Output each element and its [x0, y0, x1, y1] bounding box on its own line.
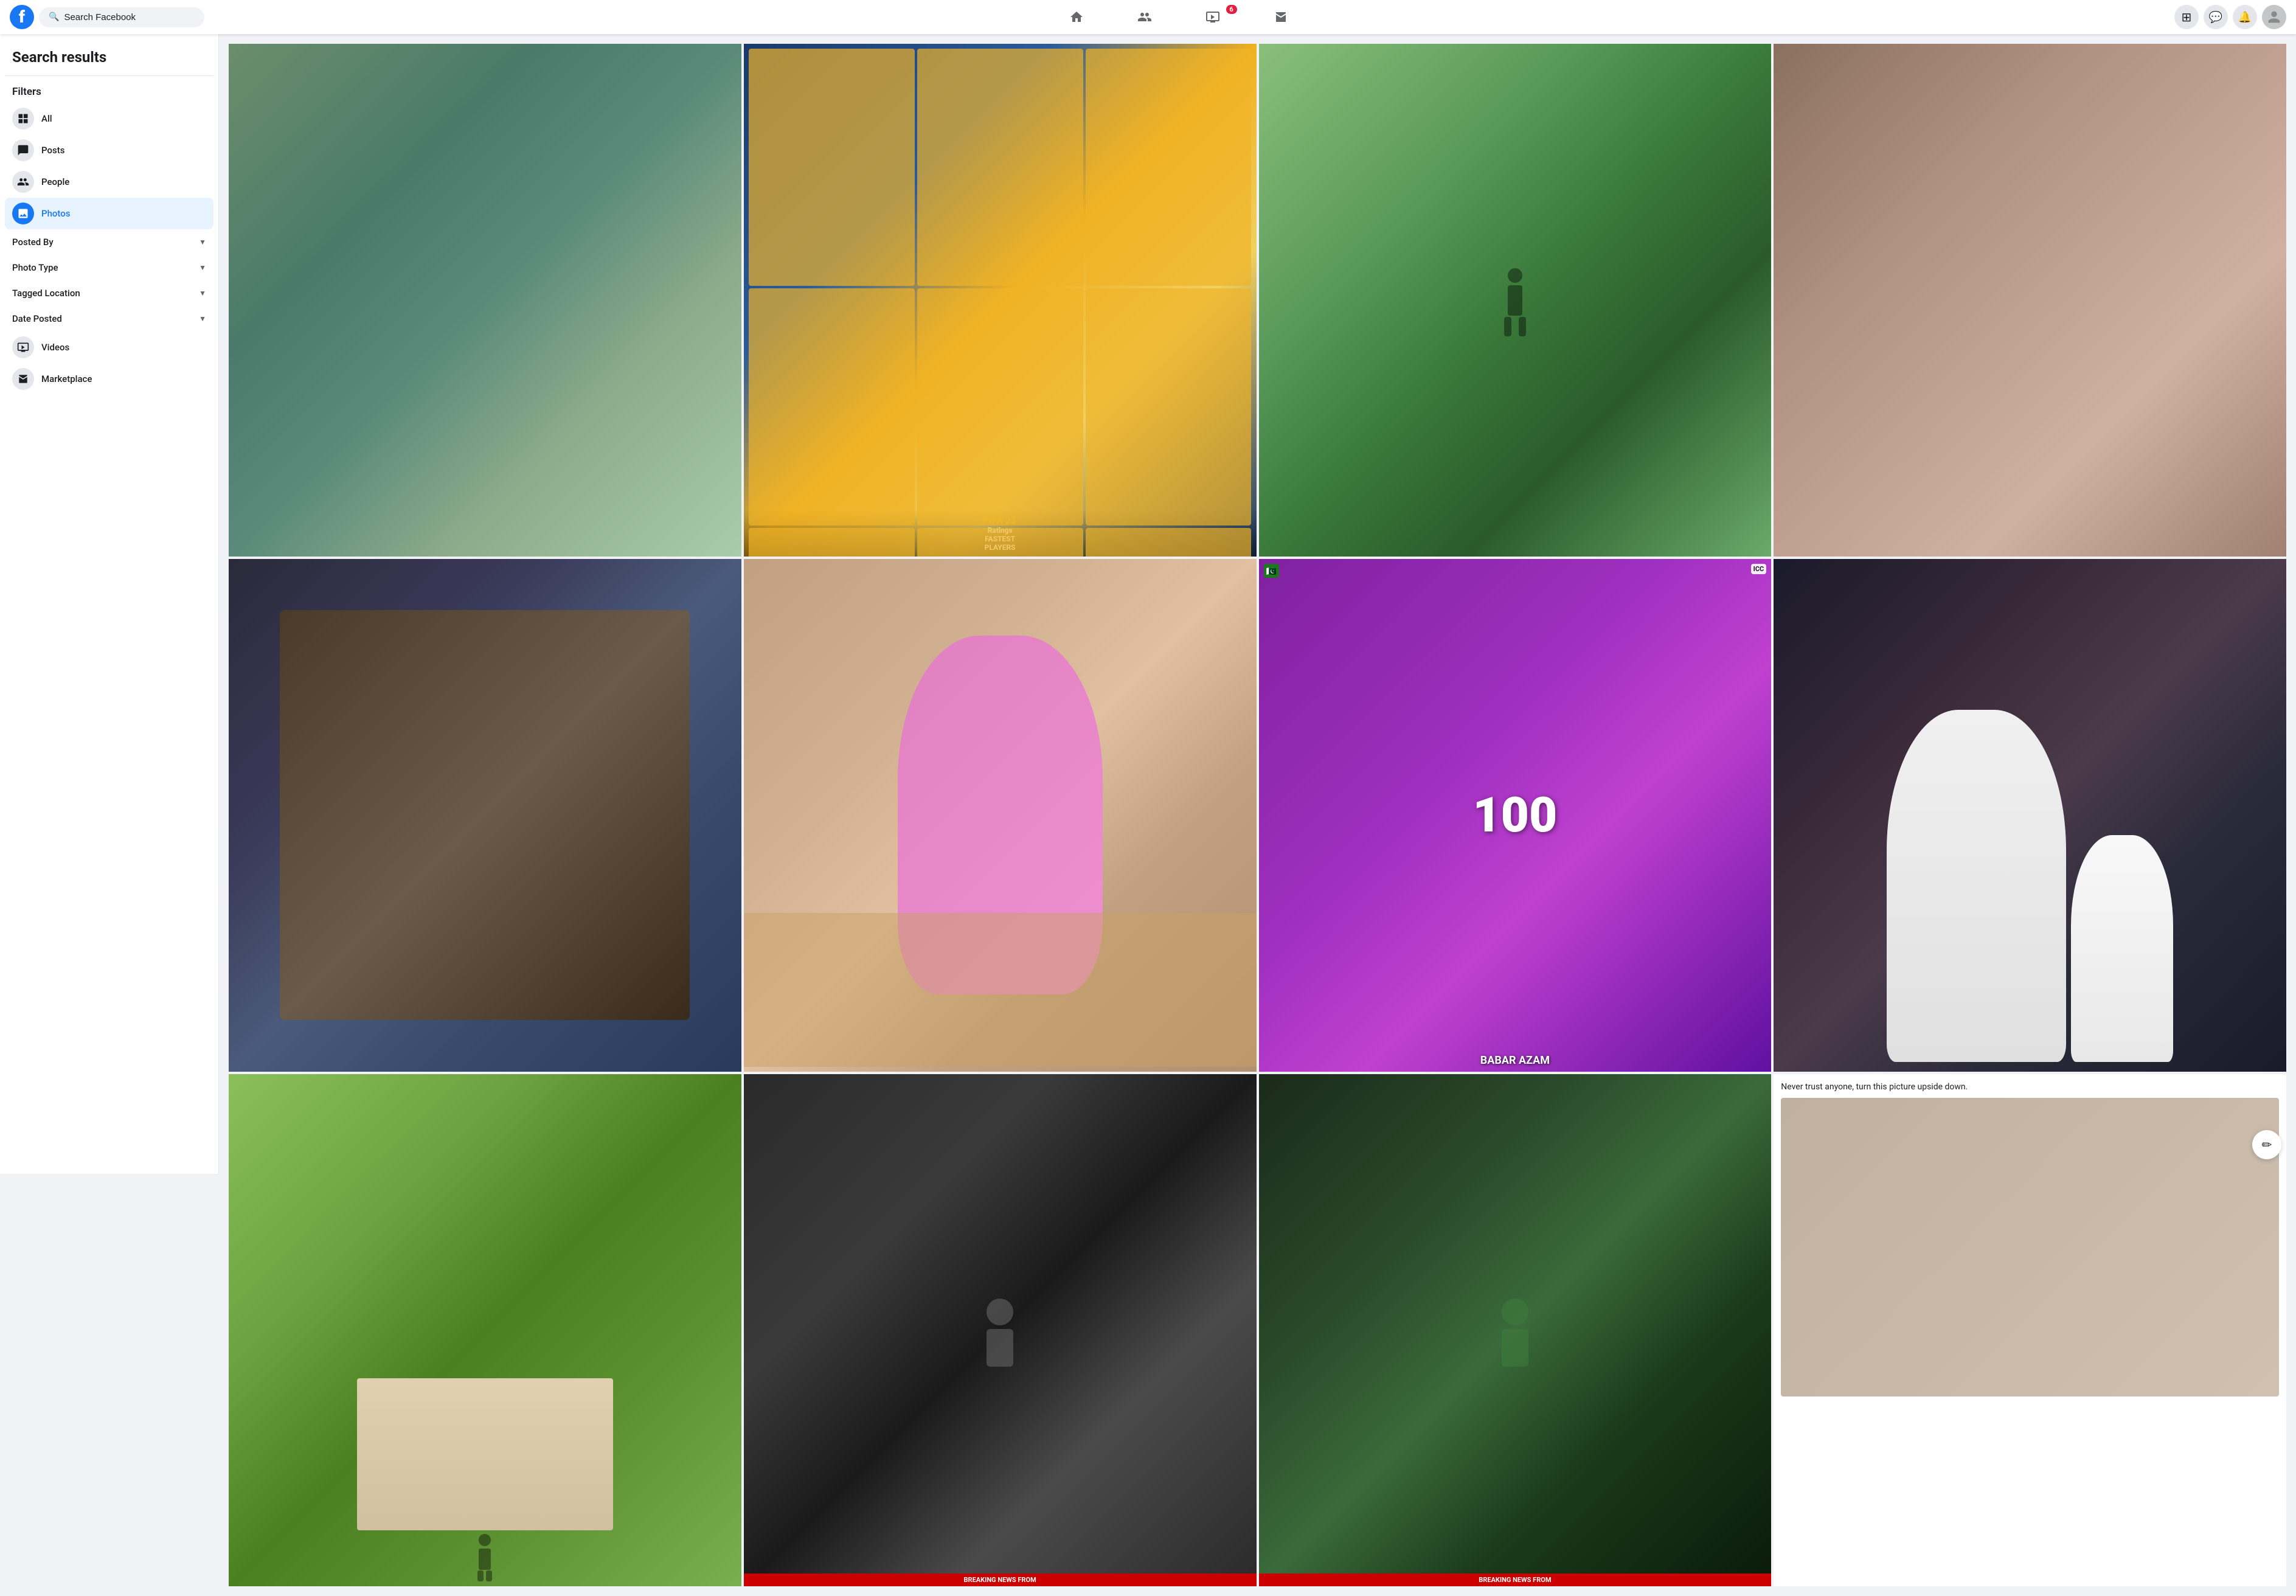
filter-posted-by-label: Posted By: [12, 237, 54, 248]
photo-item-7[interactable]: 🇵🇰 ICC 100 BABAR AZAM: [1259, 559, 1772, 1072]
sidebar-item-all-label: All: [41, 113, 52, 124]
search-box[interactable]: 🔍: [39, 7, 204, 27]
babar-number: 100: [1472, 786, 1557, 844]
account-avatar[interactable]: [2262, 5, 2286, 29]
filter-date-posted[interactable]: Date Posted ▼: [5, 306, 213, 331]
photo-item-3[interactable]: [1259, 44, 1772, 557]
filter-date-posted-label: Date Posted: [12, 313, 62, 324]
breaking-news-label-10: BREAKING NEWS FROM: [744, 1573, 1257, 1586]
search-input[interactable]: [64, 12, 186, 23]
sidebar-item-marketplace-label: Marketplace: [41, 373, 92, 384]
nav-center: 6: [204, 2, 2152, 32]
sidebar-item-people[interactable]: People: [5, 166, 213, 198]
photo-item-10[interactable]: BREAKING NEWS FROM: [744, 1074, 1257, 1587]
marketplace-icon: [12, 368, 34, 390]
nav-left: f 🔍: [10, 5, 204, 29]
chevron-down-icon-posted-by: ▼: [199, 238, 206, 246]
photo-item-12[interactable]: Never trust anyone, turn this picture up…: [1774, 1074, 2286, 1587]
photo-item-4[interactable]: [1774, 44, 2286, 557]
photo-item-9[interactable]: [229, 1074, 741, 1587]
all-icon: [12, 108, 34, 130]
photos-icon: [12, 203, 34, 224]
sidebar: Search results Filters All Posts People: [0, 34, 219, 1174]
sidebar-item-photos[interactable]: Photos: [5, 198, 213, 229]
sidebar-item-videos[interactable]: Videos: [5, 331, 213, 363]
sidebar-item-videos-label: Videos: [41, 342, 69, 353]
watch-badge: 6: [1226, 5, 1237, 14]
sidebar-item-posts[interactable]: Posts: [5, 134, 213, 166]
nav-watch[interactable]: 6: [1179, 2, 1247, 32]
sidebar-item-people-label: People: [41, 176, 69, 187]
sidebar-item-marketplace[interactable]: Marketplace: [5, 363, 213, 395]
photo-grid: FIFA 23 Ratings FASTEST PLAYERS: [229, 44, 2286, 1586]
chevron-down-icon-tagged-location: ▼: [199, 289, 206, 297]
videos-icon: [12, 336, 34, 358]
nav-marketplace[interactable]: [1247, 2, 1315, 32]
nav-home[interactable]: [1042, 2, 1111, 32]
share-fab-icon: ✏: [2262, 1137, 2272, 1152]
photo-item-6[interactable]: [744, 559, 1257, 1072]
divider: [5, 75, 213, 76]
filter-photo-type[interactable]: Photo Type ▼: [5, 255, 213, 280]
filter-posted-by[interactable]: Posted By ▼: [5, 229, 213, 255]
notifications-icon-button[interactable]: 🔔: [2233, 5, 2257, 29]
sidebar-item-posts-label: Posts: [41, 145, 64, 156]
people-icon: [12, 171, 34, 193]
content-area: FIFA 23 Ratings FASTEST PLAYERS: [219, 34, 2296, 1596]
trust-text: Never trust anyone, turn this picture up…: [1781, 1081, 1968, 1094]
nav-right: ⊞ 💬 🔔: [2152, 5, 2286, 29]
posts-icon: [12, 139, 34, 161]
filter-tagged-location-label: Tagged Location: [12, 288, 80, 299]
filters-label: Filters: [5, 78, 213, 103]
top-navigation: f 🔍 6 ⊞ 💬 🔔: [0, 0, 2296, 34]
search-icon: 🔍: [49, 12, 59, 22]
photo-item-1[interactable]: [229, 44, 741, 557]
facebook-logo[interactable]: f: [10, 5, 34, 29]
photo-item-2[interactable]: FIFA 23 Ratings FASTEST PLAYERS: [744, 44, 1257, 557]
page-title: Search results: [5, 44, 213, 73]
nav-friends[interactable]: [1111, 2, 1179, 32]
chevron-down-icon-date-posted: ▼: [199, 314, 206, 323]
trust-image-thumbnail: [1781, 1098, 2279, 1396]
breaking-news-label-11: BREAKING NEWS FROM: [1259, 1573, 1772, 1586]
photo-item-11[interactable]: BREAKING NEWS FROM: [1259, 1074, 1772, 1587]
filter-tagged-location[interactable]: Tagged Location ▼: [5, 280, 213, 306]
sidebar-item-photos-label: Photos: [41, 208, 70, 219]
filter-photo-type-label: Photo Type: [12, 262, 58, 273]
messenger-icon-button[interactable]: 💬: [2204, 5, 2228, 29]
share-fab-button[interactable]: ✏: [2252, 1130, 2281, 1159]
babar-name: BABAR AZAM: [1259, 1054, 1772, 1067]
photo-item-5[interactable]: [229, 559, 741, 1072]
menu-icon-button[interactable]: ⊞: [2174, 5, 2199, 29]
main-layout: Search results Filters All Posts People: [0, 34, 2296, 1596]
babar-number-overlay: 100: [1259, 559, 1772, 1072]
sidebar-item-all[interactable]: All: [5, 103, 213, 134]
chevron-down-icon-photo-type: ▼: [199, 263, 206, 272]
photo-item-8[interactable]: [1774, 559, 2286, 1072]
